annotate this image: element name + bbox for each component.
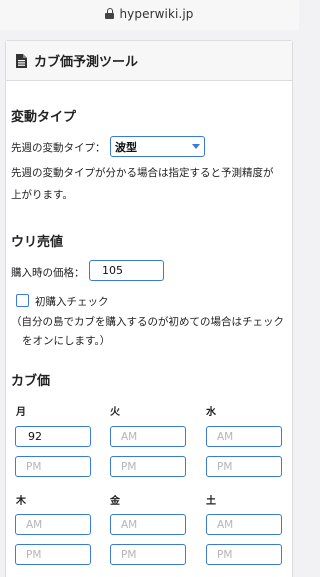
- wed-am-input[interactable]: AM: [206, 426, 282, 447]
- thu-pm-input[interactable]: PM: [15, 544, 91, 565]
- day-label-mon: 月: [16, 407, 26, 418]
- chevron-down-icon: [187, 137, 204, 156]
- pattern-select[interactable]: 波型: [110, 136, 205, 157]
- wed-pm-input[interactable]: PM: [206, 456, 282, 477]
- first-buy-note-1: （自分の島でカブを購入するのが初めての場合はチェック: [11, 316, 284, 328]
- sat-am-input[interactable]: AM: [206, 514, 282, 535]
- pattern-select-label: 先週の変動タイプ：: [11, 142, 106, 154]
- buy-heading: ウリ売値: [11, 235, 64, 250]
- buy-price-label: 購入時の価格：: [11, 267, 85, 279]
- first-buy-label: 初購入チェック: [35, 296, 109, 308]
- tue-pm-input[interactable]: PM: [110, 456, 186, 477]
- buy-price-input[interactable]: 105: [89, 260, 164, 281]
- pattern-select-value: 波型: [115, 140, 137, 154]
- card-header: カブ価予測ツール: [6, 41, 292, 81]
- pattern-heading: 変動タイプ: [11, 110, 77, 125]
- lock-icon: [105, 8, 115, 19]
- document-icon: [16, 53, 27, 68]
- first-buy-note-2: をオンにします。）: [22, 335, 111, 347]
- day-label-wed: 水: [206, 407, 216, 418]
- sat-pm-input[interactable]: PM: [206, 544, 282, 565]
- tue-am-input[interactable]: AM: [110, 426, 186, 447]
- pattern-help-text-2: 上がります。: [11, 189, 73, 201]
- prices-heading: カブ価: [11, 374, 51, 389]
- browser-url-bar[interactable]: hyperwiki.jp: [0, 0, 299, 30]
- day-label-fri: 金: [110, 496, 120, 507]
- fri-pm-input[interactable]: PM: [110, 544, 186, 565]
- thu-am-input[interactable]: AM: [15, 514, 91, 535]
- url-display[interactable]: hyperwiki.jp: [105, 7, 193, 21]
- day-label-thu: 木: [16, 496, 26, 507]
- day-label-sat: 土: [206, 496, 216, 507]
- url-text: hyperwiki.jp: [119, 6, 194, 21]
- mon-pm-input[interactable]: PM: [15, 456, 91, 477]
- mon-am-input[interactable]: 92: [15, 426, 91, 447]
- first-buy-checkbox[interactable]: [16, 294, 29, 307]
- page-title: カブ価予測ツール: [34, 55, 139, 70]
- fri-am-input[interactable]: AM: [110, 514, 186, 535]
- pattern-help-text-1: 先週の変動タイプが分かる場合は指定すると予測精度が: [11, 167, 274, 179]
- day-label-tue: 火: [110, 407, 120, 418]
